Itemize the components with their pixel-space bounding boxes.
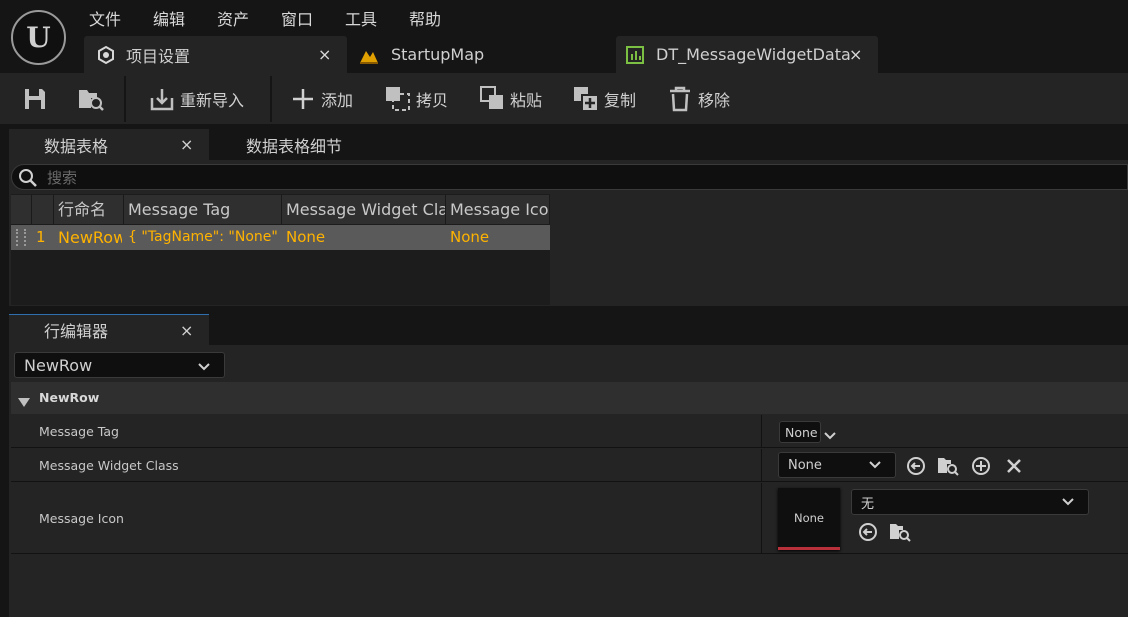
property-row-message-icon: Message Icon None 无	[11, 483, 1128, 554]
tab-project-settings[interactable]: 项目设置 ×	[84, 36, 347, 73]
asset-thumbnail[interactable]: None	[778, 488, 840, 550]
tab-label: DT_MessageWidgetData	[656, 45, 851, 64]
message-tag-picker[interactable]: None	[779, 421, 821, 443]
use-selected-asset-icon[interactable]	[856, 520, 880, 544]
remove-row-button[interactable]: 移除	[668, 80, 730, 118]
data-table-icon	[626, 46, 644, 68]
close-icon[interactable]: ×	[180, 321, 193, 340]
menu-window[interactable]: 窗口	[281, 6, 313, 30]
plus-icon	[293, 89, 313, 109]
splitter[interactable]	[761, 415, 762, 448]
chevron-down-icon	[869, 459, 881, 475]
tab-label: StartupMap	[391, 45, 485, 64]
search-input[interactable]: 搜索	[11, 164, 1128, 190]
trash-icon	[670, 86, 690, 112]
menu-file[interactable]: 文件	[89, 6, 121, 30]
browse-asset-icon[interactable]	[936, 454, 960, 478]
duplicate-label: 复制	[604, 91, 637, 110]
search-placeholder: 搜索	[47, 169, 78, 187]
reimport-button[interactable]: 重新导入	[149, 80, 244, 118]
save-icon	[25, 89, 45, 109]
unreal-logo-icon[interactable]: U	[11, 10, 66, 65]
property-row-message-widget-class: Message Widget Class None	[11, 449, 1128, 482]
menu-edit[interactable]: 编辑	[153, 6, 185, 30]
close-icon[interactable]: ×	[849, 45, 862, 64]
section-title: NewRow	[39, 390, 100, 405]
tab-data-table[interactable]: 数据表格 ×	[9, 129, 209, 160]
reimport-icon	[150, 89, 174, 111]
paste-icon	[480, 86, 503, 109]
add-label: 添加	[321, 91, 354, 110]
folder-search-icon	[79, 90, 104, 111]
close-icon[interactable]: ×	[318, 45, 331, 64]
tab-row-editor[interactable]: 行编辑器 ×	[9, 314, 209, 345]
menu-tools[interactable]: 工具	[345, 6, 377, 30]
tab-label: 行编辑器	[44, 322, 109, 341]
tab-data-table-details[interactable]: 数据表格细节	[214, 129, 384, 160]
clear-icon[interactable]	[1002, 454, 1026, 478]
data-table-empty-area	[550, 194, 1128, 305]
panel-gap	[0, 306, 1128, 314]
close-icon[interactable]: ×	[180, 135, 193, 154]
row-name-cell[interactable]: NewRow	[54, 226, 122, 249]
message-tag-cell[interactable]: { "TagName": "None" }	[124, 226, 280, 249]
copy-row-button[interactable]: 拷贝	[384, 80, 448, 118]
tab-startup-map[interactable]: StartupMap	[353, 36, 608, 73]
menu-help[interactable]: 帮助	[409, 6, 441, 30]
use-selected-asset-icon[interactable]	[904, 454, 928, 478]
column-header-message-icon[interactable]: Message Icon	[446, 195, 550, 224]
add-new-icon[interactable]	[969, 454, 993, 478]
tab-label: 数据表格	[44, 136, 109, 156]
column-header-message-widget-class[interactable]: Message Widget Class	[282, 195, 446, 224]
widget-class-dropdown[interactable]: None	[778, 452, 896, 478]
tab-dt-message-widget-data[interactable]: DT_MessageWidgetData ×	[616, 36, 878, 73]
section-header[interactable]: NewRow	[11, 382, 1128, 414]
message-icon-cell[interactable]: None	[446, 226, 550, 249]
settings-gear-icon	[96, 45, 116, 69]
property-label: Message Tag	[39, 424, 119, 439]
tab-label: 项目设置	[126, 46, 191, 66]
search-icon	[18, 168, 38, 192]
icon-asset-dropdown[interactable]: 无	[851, 489, 1089, 515]
tab-label: 数据表格细节	[246, 136, 343, 156]
column-header-message-tag[interactable]: Message Tag	[124, 195, 282, 224]
property-row-message-tag: Message Tag None	[11, 415, 1128, 448]
property-label: Message Icon	[39, 511, 124, 526]
paste-label: 粘贴	[510, 91, 543, 110]
row-select-dropdown[interactable]: NewRow	[14, 352, 225, 378]
remove-label: 移除	[698, 91, 731, 110]
icon-asset-value: 无	[861, 496, 875, 512]
chevron-down-icon	[198, 358, 210, 377]
widget-class-value: None	[788, 457, 822, 473]
browse-to-asset-button[interactable]	[77, 80, 107, 118]
chevron-down-icon	[1062, 496, 1074, 512]
splitter[interactable]	[761, 483, 762, 554]
menu-asset[interactable]: 资产	[217, 6, 249, 30]
save-button[interactable]	[22, 80, 52, 118]
browse-asset-icon[interactable]	[888, 520, 912, 544]
collapse-triangle-icon	[18, 393, 30, 412]
property-label: Message Widget Class	[39, 458, 179, 473]
widget-class-cell[interactable]: None	[282, 226, 444, 249]
copy-label: 拷贝	[416, 91, 449, 110]
copy-icon	[386, 87, 410, 111]
row-drag-handle[interactable]	[16, 229, 26, 246]
reimport-label: 重新导入	[180, 91, 245, 110]
duplicate-icon	[574, 87, 599, 112]
chevron-down-icon[interactable]	[824, 426, 836, 445]
column-header-index	[32, 195, 54, 224]
toolbar-divider	[124, 76, 126, 122]
column-header-row-name[interactable]: 行命名	[54, 195, 124, 224]
row-select-value: NewRow	[24, 355, 93, 375]
duplicate-row-button[interactable]: 复制	[572, 80, 636, 118]
row-index: 1	[36, 228, 46, 246]
column-header-handle	[11, 195, 32, 224]
level-map-icon	[359, 46, 379, 68]
paste-row-button[interactable]: 粘贴	[479, 80, 542, 118]
splitter[interactable]	[761, 449, 762, 482]
toolbar-divider	[270, 76, 272, 122]
add-row-button[interactable]: 添加	[291, 80, 353, 118]
